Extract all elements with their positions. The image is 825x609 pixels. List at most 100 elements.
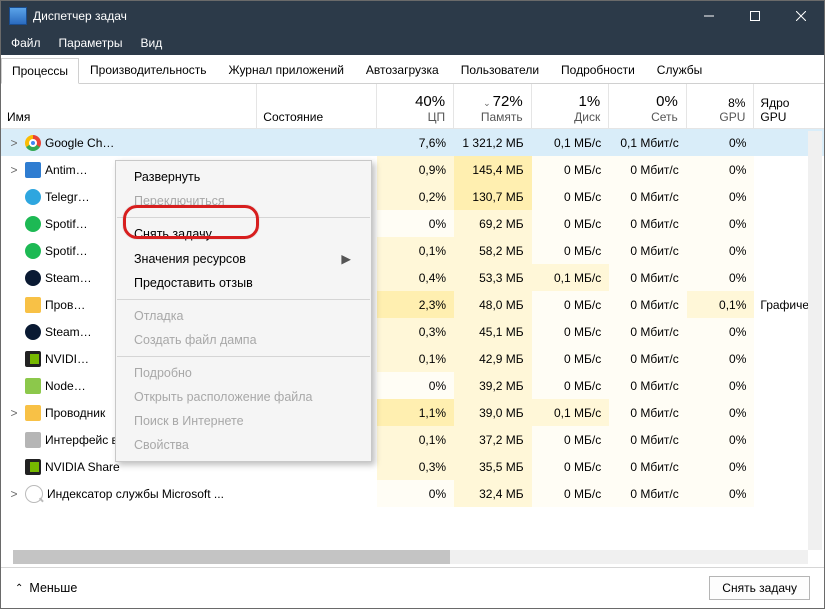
ctx-feedback[interactable]: Предоставить отзыв bbox=[116, 271, 371, 295]
cell-mem: 37,2 МБ bbox=[454, 426, 532, 453]
chevron-right-icon: ▶ bbox=[341, 251, 351, 266]
cell-net: 0 Мбит/с bbox=[609, 426, 687, 453]
cell-cpu: 2,3% bbox=[377, 291, 455, 318]
tab-services[interactable]: Службы bbox=[646, 57, 713, 83]
table-row[interactable]: >Google Ch…7,6%1 321,2 МБ0,1 МБ/с0,1 Мби… bbox=[1, 129, 824, 156]
process-name: Steam… bbox=[45, 325, 92, 339]
ctx-expand[interactable]: Развернуть bbox=[116, 165, 371, 189]
cell-cpu: 1,1% bbox=[377, 399, 455, 426]
expand-icon: > bbox=[7, 352, 21, 366]
expand-icon[interactable]: > bbox=[7, 136, 21, 150]
ctx-endtask[interactable]: Снять задачу bbox=[116, 222, 371, 246]
tab-performance[interactable]: Производительность bbox=[79, 57, 217, 83]
cell-gpu: 0% bbox=[687, 480, 755, 507]
cell-cpu: 0% bbox=[377, 372, 455, 399]
col-gpu[interactable]: 8%GPU bbox=[687, 84, 755, 128]
expand-icon[interactable]: > bbox=[7, 163, 21, 177]
cell-cpu: 0,2% bbox=[377, 183, 455, 210]
close-button[interactable] bbox=[778, 1, 824, 31]
cell-cpu: 0% bbox=[377, 210, 455, 237]
cell-mem: 69,2 МБ bbox=[454, 210, 532, 237]
cell-gpu: 0% bbox=[687, 237, 755, 264]
col-disk[interactable]: 1%Диск bbox=[532, 84, 610, 128]
cell-net: 0 Мбит/с bbox=[609, 291, 687, 318]
ctx-details: Подробно bbox=[116, 361, 371, 385]
horizontal-scrollbar[interactable] bbox=[13, 550, 808, 564]
tab-startup[interactable]: Автозагрузка bbox=[355, 57, 450, 83]
ctx-debug: Отладка bbox=[116, 304, 371, 328]
menu-options[interactable]: Параметры bbox=[55, 34, 127, 52]
cell-net: 0 Мбит/с bbox=[609, 156, 687, 183]
tab-apphistory[interactable]: Журнал приложений bbox=[218, 57, 355, 83]
cell-mem: 39,2 МБ bbox=[454, 372, 532, 399]
expand-icon[interactable]: > bbox=[7, 487, 21, 501]
menu-file[interactable]: Файл bbox=[7, 34, 45, 52]
cell-cpu: 0,1% bbox=[377, 237, 455, 264]
maximize-button[interactable] bbox=[732, 1, 778, 31]
cell-mem: 45,1 МБ bbox=[454, 318, 532, 345]
chevron-up-icon: ⌃ bbox=[15, 583, 23, 594]
table-row[interactable]: >Индексатор службы Microsoft ...0%32,4 М… bbox=[1, 480, 824, 507]
col-gpu-core[interactable]: Ядро GPU bbox=[754, 84, 824, 128]
menubar: Файл Параметры Вид bbox=[1, 31, 824, 55]
cell-disk: 0 МБ/с bbox=[532, 453, 610, 480]
process-name: Antim… bbox=[45, 163, 88, 177]
tab-processes[interactable]: Процессы bbox=[1, 58, 79, 84]
minimize-button[interactable] bbox=[686, 1, 732, 31]
process-name: Steam… bbox=[45, 271, 92, 285]
cell-gpu: 0% bbox=[687, 318, 755, 345]
tab-details[interactable]: Подробности bbox=[550, 57, 646, 83]
col-cpu[interactable]: 40%ЦП bbox=[377, 84, 455, 128]
end-task-button[interactable]: Снять задачу bbox=[709, 576, 810, 600]
expand-icon[interactable]: > bbox=[7, 406, 21, 420]
cell-cpu: 0,3% bbox=[377, 318, 455, 345]
vertical-scrollbar[interactable] bbox=[808, 131, 822, 550]
cell-mem: 58,2 МБ bbox=[454, 237, 532, 264]
process-icon bbox=[25, 405, 41, 421]
cell-disk: 0 МБ/с bbox=[532, 372, 610, 399]
process-icon bbox=[25, 189, 41, 205]
ctx-props: Свойства bbox=[116, 433, 371, 457]
process-name: Telegr… bbox=[45, 190, 90, 204]
cell-disk: 0 МБ/с bbox=[532, 183, 610, 210]
process-icon bbox=[25, 297, 41, 313]
col-name[interactable]: Имя bbox=[1, 84, 257, 128]
cell-disk: 0 МБ/с bbox=[532, 318, 610, 345]
ctx-switchto: Переключиться bbox=[116, 189, 371, 213]
cell-net: 0 Мбит/с bbox=[609, 318, 687, 345]
cell-disk: 0 МБ/с bbox=[532, 480, 610, 507]
process-state bbox=[257, 129, 376, 156]
menu-view[interactable]: Вид bbox=[136, 34, 166, 52]
process-state bbox=[257, 480, 376, 507]
cell-gpu: 0% bbox=[687, 372, 755, 399]
cell-disk: 0,1 МБ/с bbox=[532, 264, 610, 291]
ctx-sep bbox=[117, 299, 370, 300]
expand-icon: > bbox=[7, 244, 21, 258]
cell-mem: 35,5 МБ bbox=[454, 453, 532, 480]
cell-net: 0 Мбит/с bbox=[609, 372, 687, 399]
cell-gpu: 0% bbox=[687, 345, 755, 372]
cell-net: 0 Мбит/с bbox=[609, 399, 687, 426]
cell-gpu: 0% bbox=[687, 264, 755, 291]
col-state[interactable]: Состояние bbox=[257, 84, 376, 128]
titlebar: Диспетчер задач bbox=[1, 1, 824, 31]
process-name: Spotif… bbox=[45, 217, 88, 231]
cell-gpu: 0% bbox=[687, 129, 755, 156]
expand-icon: > bbox=[7, 433, 21, 447]
expand-icon: > bbox=[7, 271, 21, 285]
cell-mem: 53,3 МБ bbox=[454, 264, 532, 291]
fewer-details[interactable]: ⌃ Меньше bbox=[15, 581, 77, 595]
cell-disk: 0 МБ/с bbox=[532, 426, 610, 453]
cell-net: 0 Мбит/с bbox=[609, 345, 687, 372]
cell-mem: 145,4 МБ bbox=[454, 156, 532, 183]
cell-disk: 0 МБ/с bbox=[532, 345, 610, 372]
cell-cpu: 7,6% bbox=[377, 129, 455, 156]
tab-users[interactable]: Пользователи bbox=[450, 57, 550, 83]
process-icon bbox=[25, 243, 41, 259]
col-network[interactable]: 0%Сеть bbox=[609, 84, 687, 128]
cell-disk: 0 МБ/с bbox=[532, 291, 610, 318]
cell-net: 0 Мбит/с bbox=[609, 183, 687, 210]
ctx-resources[interactable]: Значения ресурсов▶ bbox=[116, 246, 371, 271]
col-memory[interactable]: ⌄72%Память bbox=[454, 84, 532, 128]
process-icon bbox=[25, 324, 41, 340]
